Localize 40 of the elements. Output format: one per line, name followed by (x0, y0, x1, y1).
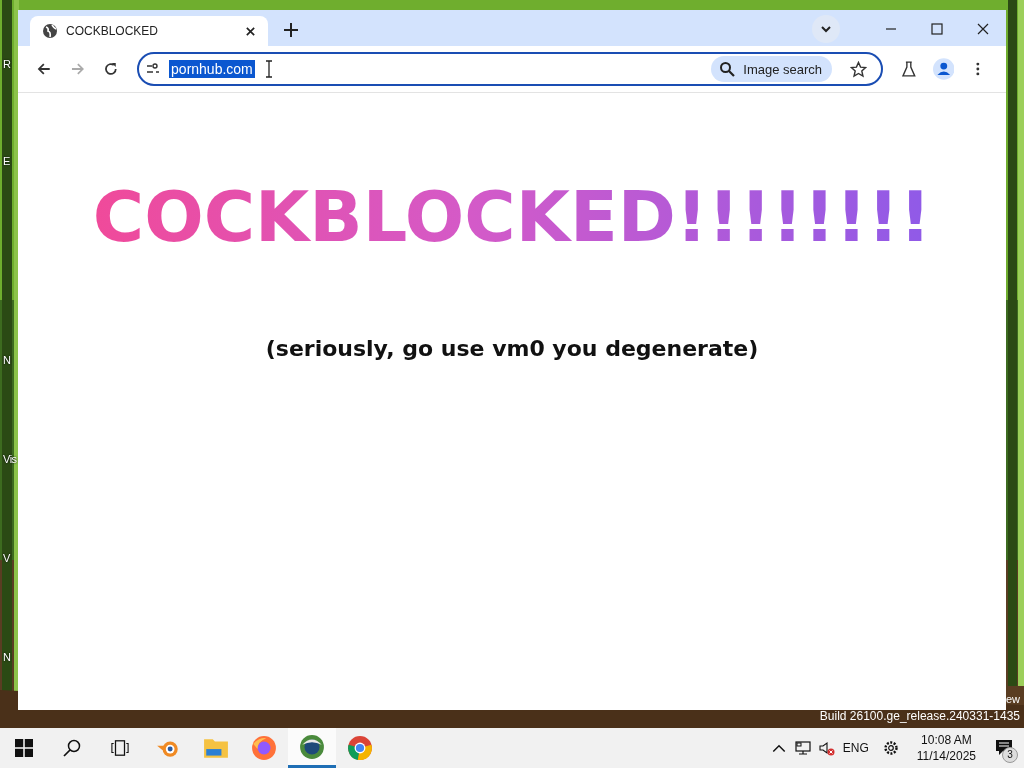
desktop-icon-label: Vis (3, 453, 17, 465)
flask-icon[interactable] (901, 61, 917, 77)
watermark-text: ew (1005, 693, 1020, 705)
tab-title: COCKBLOCKED (66, 24, 160, 38)
profile-icon[interactable] (932, 58, 955, 80)
desktop-icon-label: N (3, 354, 11, 366)
firefox-icon (251, 735, 277, 761)
notification-count: 3 (1002, 747, 1018, 763)
close-icon[interactable] (977, 23, 989, 35)
globe-icon (42, 23, 58, 39)
network-icon[interactable] (794, 740, 811, 756)
desktop-icon-label: V (3, 552, 10, 564)
new-tab-icon[interactable] (284, 23, 298, 37)
close-icon[interactable] (245, 25, 256, 37)
maximize-icon[interactable] (931, 23, 943, 35)
desktop-icon-label: N (3, 651, 11, 663)
reload-icon[interactable] (103, 61, 120, 77)
settings-icon[interactable] (882, 740, 899, 756)
tab-search-icon[interactable] (812, 15, 840, 43)
text-cursor-icon (264, 60, 273, 78)
task-view-icon[interactable] (111, 739, 129, 757)
desktop-icon-label: E (3, 155, 10, 167)
page-subtitle: (seriously, go use vm0 you degenerate) (265, 336, 759, 361)
start-icon[interactable] (15, 739, 33, 757)
search-icon (719, 61, 736, 77)
globe-app-button[interactable] (288, 728, 336, 768)
watermark-text: Build 26100.ge_release.240331-1435 (819, 709, 1020, 723)
muted-speaker-icon[interactable] (818, 740, 835, 756)
url-text: pornhub.com (169, 60, 255, 78)
address-field[interactable]: pornhub.com Image search (137, 52, 884, 86)
chrome-icon (347, 735, 373, 761)
browser-tab[interactable]: COCKBLOCKED (30, 16, 268, 46)
image-search-button[interactable]: Image search (711, 56, 833, 82)
globe-icon (299, 733, 325, 760)
language-indicator[interactable]: ENG (842, 741, 869, 755)
clock[interactable]: 10:08 AM 11/14/2025 (916, 731, 976, 765)
back-icon[interactable] (36, 61, 52, 77)
search-icon[interactable] (63, 739, 81, 757)
desktop-icon-label: R (3, 58, 11, 70)
star-icon[interactable] (850, 60, 868, 78)
